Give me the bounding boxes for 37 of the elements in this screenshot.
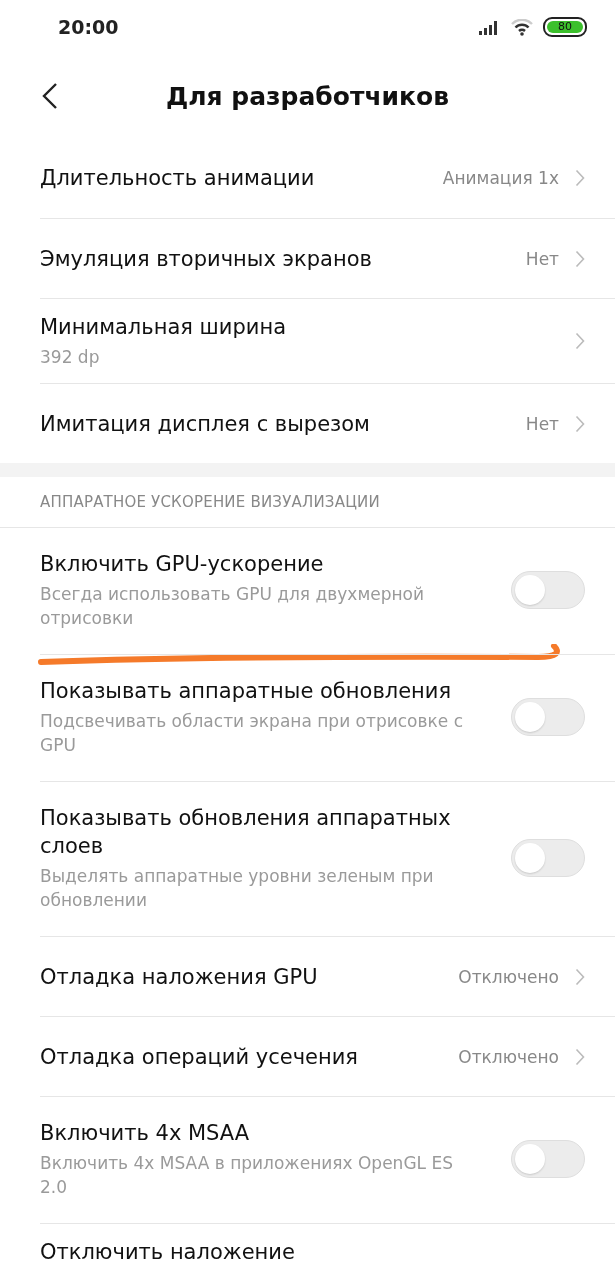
toggle-switch[interactable] — [511, 1140, 585, 1178]
setting-title[interactable]: Эмуляция вторичных экранов — [40, 244, 526, 273]
setting-title[interactable]: Отладка наложения GPU — [40, 962, 459, 991]
setting-title[interactable]: Включить GPU-ускорение — [40, 550, 511, 578]
setting-title[interactable]: Показывать обновления аппаратных слоев — [40, 804, 511, 860]
chevron-icon[interactable] — [575, 414, 585, 433]
toggle-switch[interactable] — [511, 698, 585, 736]
setting-title[interactable]: Минимальная ширина — [40, 313, 575, 341]
setting-title[interactable]: Показывать аппаратные обновления — [40, 677, 511, 705]
setting-value: Нет — [525, 248, 559, 269]
setting-description: Всегда использовать GPU для двухмерной отрисовки — [40, 583, 426, 630]
chevron-icon[interactable] — [575, 1047, 585, 1066]
battery-indicator: 80 — [543, 17, 587, 37]
setting-title[interactable]: Длительность анимации — [40, 164, 443, 192]
setting-value: Отключено — [458, 1046, 559, 1067]
chevron-icon[interactable] — [575, 967, 585, 986]
setting-description: Выделять аппаратные уровни зеленым при обновлении — [40, 865, 435, 912]
setting-description: Включить 4x MSAA в приложениях OpenGL ES 2.0 — [40, 1152, 454, 1199]
chevron-icon[interactable] — [575, 249, 585, 268]
status-time: 20:00 — [58, 16, 119, 38]
setting-title[interactable]: Отладка операций усечения — [40, 1042, 459, 1071]
setting-title[interactable]: Включить 4x MSAA — [40, 1119, 511, 1147]
setting-value: Отключено — [458, 966, 559, 987]
setting-title[interactable]: Отключить наложение — [40, 1238, 585, 1266]
toggle-switch[interactable] — [511, 839, 585, 877]
section-header: АППАРАТНОЕ УСКОРЕНИЕ ВИЗУАЛИЗАЦИИ — [40, 493, 380, 511]
wifi-icon — [511, 18, 533, 36]
setting-value: Анимация 1x — [442, 168, 559, 188]
setting-description: 392 dp — [40, 346, 101, 369]
chevron-icon[interactable] — [575, 332, 585, 350]
setting-value: Нет — [525, 413, 559, 434]
back-icon[interactable] — [42, 82, 58, 110]
toggle-switch[interactable] — [511, 571, 585, 609]
chevron-icon[interactable] — [575, 169, 585, 187]
setting-description: Подсвечивать области экрана при отрисовке с GPU — [40, 710, 464, 757]
page-title: Для разработчиков — [165, 81, 450, 111]
setting-title[interactable]: Имитация дисплея с вырезом — [40, 409, 526, 438]
